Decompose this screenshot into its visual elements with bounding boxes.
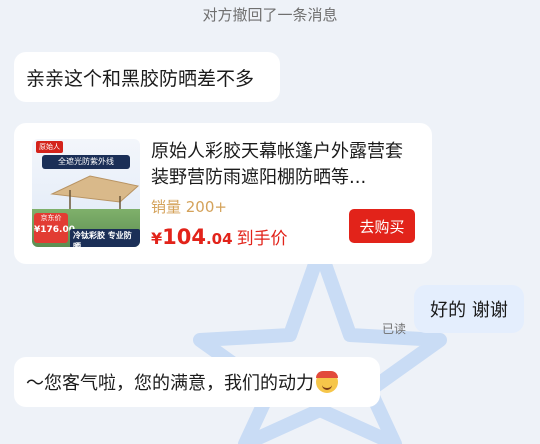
incoming-message[interactable]: 亲亲这个和黑胶防晒差不多 [14,52,280,102]
product-card[interactable]: 原始人 全遮光防紫外线 京东价 ¥176.00 冷钛彩胶 专业防晒 原始人彩胶天… [14,123,432,264]
tent-image [50,175,140,212]
thumb-promo-badge: 京东价 ¥176.00 [34,213,75,243]
product-title[interactable]: 原始人彩胶天幕帐篷户外露营套装野营防雨遮阳棚防晒等... [151,139,406,191]
thumb-banner: 全遮光防紫外线 [42,155,130,169]
emoji-icon [316,371,338,393]
incoming-message-text: ～您客气啦，您的满意，我们的动力 [26,373,314,394]
incoming-message[interactable]: ～您客气啦，您的满意，我们的动力 [14,357,380,407]
outgoing-message-text: 好的 谢谢 [430,300,508,321]
price-decimal: .04 [205,230,233,248]
price-suffix: 到手价 [236,229,288,249]
read-status: 已读 [382,322,407,336]
thumb-brand-logo: 原始人 [36,141,63,153]
buy-button[interactable]: 去购买 [349,209,415,243]
thumb-footer-text: 冷钛彩胶 专业防晒 [70,229,140,247]
product-price: ¥104.04 到手价 [151,224,288,249]
product-thumbnail[interactable]: 原始人 全遮光防紫外线 京东价 ¥176.00 冷钛彩胶 专业防晒 [32,139,140,247]
thumb-promo-label: 京东价 [40,214,62,222]
price-integer: 104 [162,225,206,249]
sales-count: 销量 200+ [151,198,227,216]
incoming-message-text: 亲亲这个和黑胶防晒差不多 [26,67,255,90]
outgoing-message[interactable]: 好的 谢谢 [414,285,524,333]
thumb-promo-price: ¥176.00 [34,225,75,235]
price-symbol: ¥ [151,229,163,248]
recall-notice: 对方撤回了一条消息 [202,6,338,24]
